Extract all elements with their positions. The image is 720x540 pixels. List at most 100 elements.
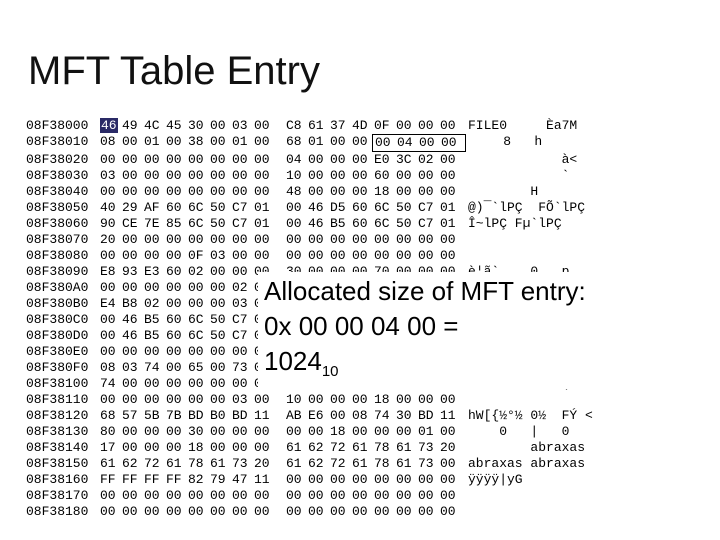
hex-byte: 00 xyxy=(440,392,462,408)
hex-byte: 72 xyxy=(144,456,166,472)
hex-byte: 00 xyxy=(254,232,276,248)
hex-byte: 00 xyxy=(232,232,254,248)
hex-byte: 00 xyxy=(232,152,254,168)
annotation-overlay: Allocated size of MFT entry: 0x 00 00 04… xyxy=(258,272,698,389)
hex-address: 08F38030 xyxy=(26,168,100,184)
hex-byte: 11 xyxy=(254,472,276,488)
hex-byte: 08 xyxy=(100,134,122,152)
hex-byte: 00 xyxy=(188,488,210,504)
hex-ascii: 8 h xyxy=(472,134,542,152)
hex-byte: 5B xyxy=(144,408,166,424)
hex-address: 08F38130 xyxy=(26,424,100,440)
hex-byte: 00 xyxy=(100,280,122,296)
hex-byte: 00 xyxy=(418,392,440,408)
hex-byte: 00 xyxy=(330,168,352,184)
hex-byte: 00 xyxy=(122,344,144,360)
hex-address: 08F38020 xyxy=(26,152,100,168)
hex-byte: 00 xyxy=(232,184,254,200)
hex-byte: 20 xyxy=(254,456,276,472)
hex-byte: 00 xyxy=(440,424,462,440)
hex-byte: 00 xyxy=(100,328,122,344)
hex-row: 08F3804000000000000000004800000018000000… xyxy=(26,184,694,200)
hex-byte: 00 xyxy=(144,440,166,456)
hex-byte: 00 xyxy=(375,135,397,151)
hex-byte: 00 xyxy=(330,392,352,408)
hex-byte: 00 xyxy=(188,344,210,360)
hex-byte: 00 xyxy=(210,264,232,280)
hex-byte: 6C xyxy=(188,312,210,328)
hex-byte: 18 xyxy=(188,440,210,456)
hex-byte: 00 xyxy=(352,168,374,184)
hex-byte: 00 xyxy=(100,184,122,200)
hex-byte: B5 xyxy=(144,312,166,328)
hex-byte: 00 xyxy=(440,488,462,504)
hex-byte: 00 xyxy=(396,424,418,440)
hex-byte: 00 xyxy=(210,360,232,376)
hex-byte: 00 xyxy=(418,168,440,184)
hex-byte: 00 xyxy=(254,168,276,184)
hex-byte: 18 xyxy=(374,392,396,408)
hex-byte: 04 xyxy=(286,152,308,168)
hex-byte: 00 xyxy=(374,488,396,504)
hex-byte: 04 xyxy=(397,135,419,151)
hex-byte: 00 xyxy=(144,168,166,184)
hex-byte: 00 xyxy=(419,135,441,151)
hex-byte: 00 xyxy=(440,118,462,134)
hex-byte: 00 xyxy=(330,504,352,520)
hex-byte: 00 xyxy=(210,184,232,200)
hex-byte: 00 xyxy=(254,424,276,440)
hex-row: 08F380504029AF606C50C7010046D5606C50C701… xyxy=(26,200,694,216)
hex-byte: 4C xyxy=(144,118,166,134)
hex-byte: 00 xyxy=(122,392,144,408)
hex-byte: 00 xyxy=(144,376,166,392)
hex-address: 08F38010 xyxy=(26,134,100,152)
hex-byte: 00 xyxy=(122,134,144,152)
hex-byte: 00 xyxy=(166,248,188,264)
hex-byte: 03 xyxy=(232,296,254,312)
hex-byte: 00 xyxy=(166,488,188,504)
hex-byte: 00 xyxy=(352,232,374,248)
hex-byte: 60 xyxy=(166,200,188,216)
hex-byte: 60 xyxy=(374,168,396,184)
hex-byte: 01 xyxy=(254,216,276,232)
hex-byte: 00 xyxy=(166,376,188,392)
hex-byte: 00 xyxy=(100,152,122,168)
hex-ascii: ` xyxy=(468,168,569,184)
hex-byte: 62 xyxy=(122,456,144,472)
hex-byte: E6 xyxy=(308,408,330,424)
hex-byte: 50 xyxy=(396,216,418,232)
hex-byte: 61 xyxy=(352,456,374,472)
hex-byte: 61 xyxy=(352,440,374,456)
hex-byte: 60 xyxy=(166,312,188,328)
hex-byte: 00 xyxy=(308,392,330,408)
hex-byte: C7 xyxy=(418,216,440,232)
hex-byte: E3 xyxy=(144,264,166,280)
hex-byte: 18 xyxy=(374,184,396,200)
hex-byte: 3C xyxy=(396,152,418,168)
hex-byte: 00 xyxy=(166,232,188,248)
hex-byte: 00 xyxy=(210,118,232,134)
hex-byte: 00 xyxy=(308,184,330,200)
hex-byte: 03 xyxy=(100,168,122,184)
hex-byte: 00 xyxy=(254,488,276,504)
hex-byte: 00 xyxy=(330,152,352,168)
hex-byte: 00 xyxy=(254,248,276,264)
hex-byte: 30 xyxy=(188,424,210,440)
hex-byte: 45 xyxy=(166,118,188,134)
hex-byte: 03 xyxy=(122,360,144,376)
hex-byte: 00 xyxy=(440,456,462,472)
hex-ascii: @)¯`lPÇ FÕ`lPÇ xyxy=(468,200,585,216)
hex-byte: 62 xyxy=(308,456,330,472)
hex-ascii: ÿÿÿÿ|yG xyxy=(468,472,523,488)
hex-byte: 00 xyxy=(188,168,210,184)
hex-byte: 78 xyxy=(374,456,396,472)
hex-byte: 10 xyxy=(286,392,308,408)
hex-byte: 82 xyxy=(188,472,210,488)
hex-byte: 00 xyxy=(286,248,308,264)
hex-byte: 00 xyxy=(440,248,462,264)
hex-byte: 00 xyxy=(352,152,374,168)
hex-byte: 85 xyxy=(166,216,188,232)
hex-byte: 00 xyxy=(210,134,232,152)
hex-byte: 00 xyxy=(210,440,232,456)
hex-byte: 11 xyxy=(254,408,276,424)
